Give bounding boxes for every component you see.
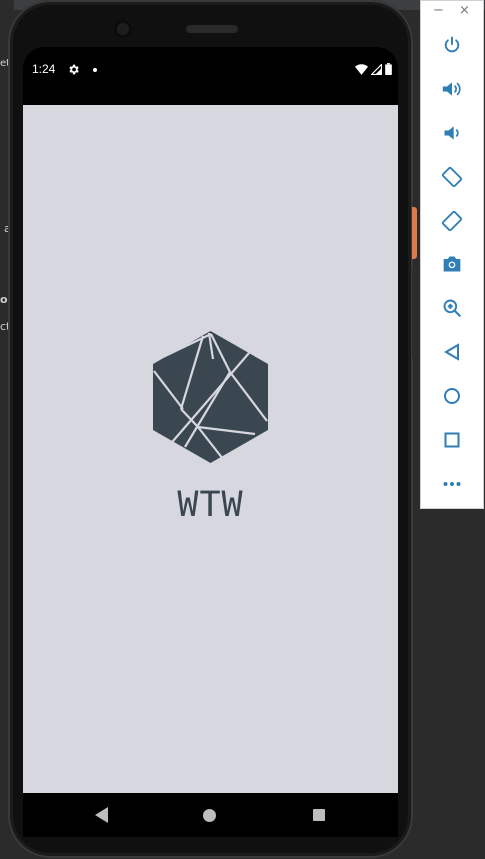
notification-dot-icon — [93, 68, 97, 72]
volume-down-icon[interactable] — [439, 120, 465, 146]
camera-icon — [114, 20, 132, 38]
wifi-icon — [355, 63, 368, 75]
more-icon[interactable] — [439, 471, 465, 497]
status-bar: 1:24 — [23, 47, 398, 105]
volume-side-button[interactable] — [412, 268, 416, 358]
status-icons — [355, 63, 392, 75]
rotate-right-icon[interactable] — [439, 208, 465, 234]
status-time: 1:24 — [32, 62, 56, 76]
rotate-left-icon[interactable] — [439, 164, 465, 190]
volume-up-icon[interactable] — [439, 76, 465, 102]
minimize-button[interactable]: − — [433, 3, 444, 18]
emulator-toolbar: − × — [420, 0, 484, 509]
overview-icon[interactable] — [439, 427, 465, 453]
recents-icon[interactable] — [313, 809, 325, 821]
splash-screen: WTW — [23, 105, 398, 793]
screenshot-icon[interactable] — [439, 251, 465, 277]
home-icon[interactable] — [439, 383, 465, 409]
speaker-grille — [186, 25, 238, 33]
navigation-bar — [23, 793, 398, 837]
close-button[interactable]: × — [459, 3, 470, 18]
gear-icon — [69, 64, 79, 75]
home-icon[interactable] — [203, 809, 216, 822]
power-icon[interactable] — [439, 32, 465, 58]
battery-icon — [385, 63, 392, 75]
zoom-icon[interactable] — [439, 295, 465, 321]
back-icon[interactable] — [95, 807, 109, 823]
back-icon[interactable] — [439, 339, 465, 365]
ide-text-fragment: o — [0, 293, 8, 306]
app-title: WTW — [177, 485, 244, 525]
hexagon-logo-icon — [153, 331, 268, 463]
phone-screen: 1:24 WTW — [23, 47, 398, 820]
signal-icon — [371, 63, 382, 75]
power-side-button[interactable] — [412, 207, 417, 259]
